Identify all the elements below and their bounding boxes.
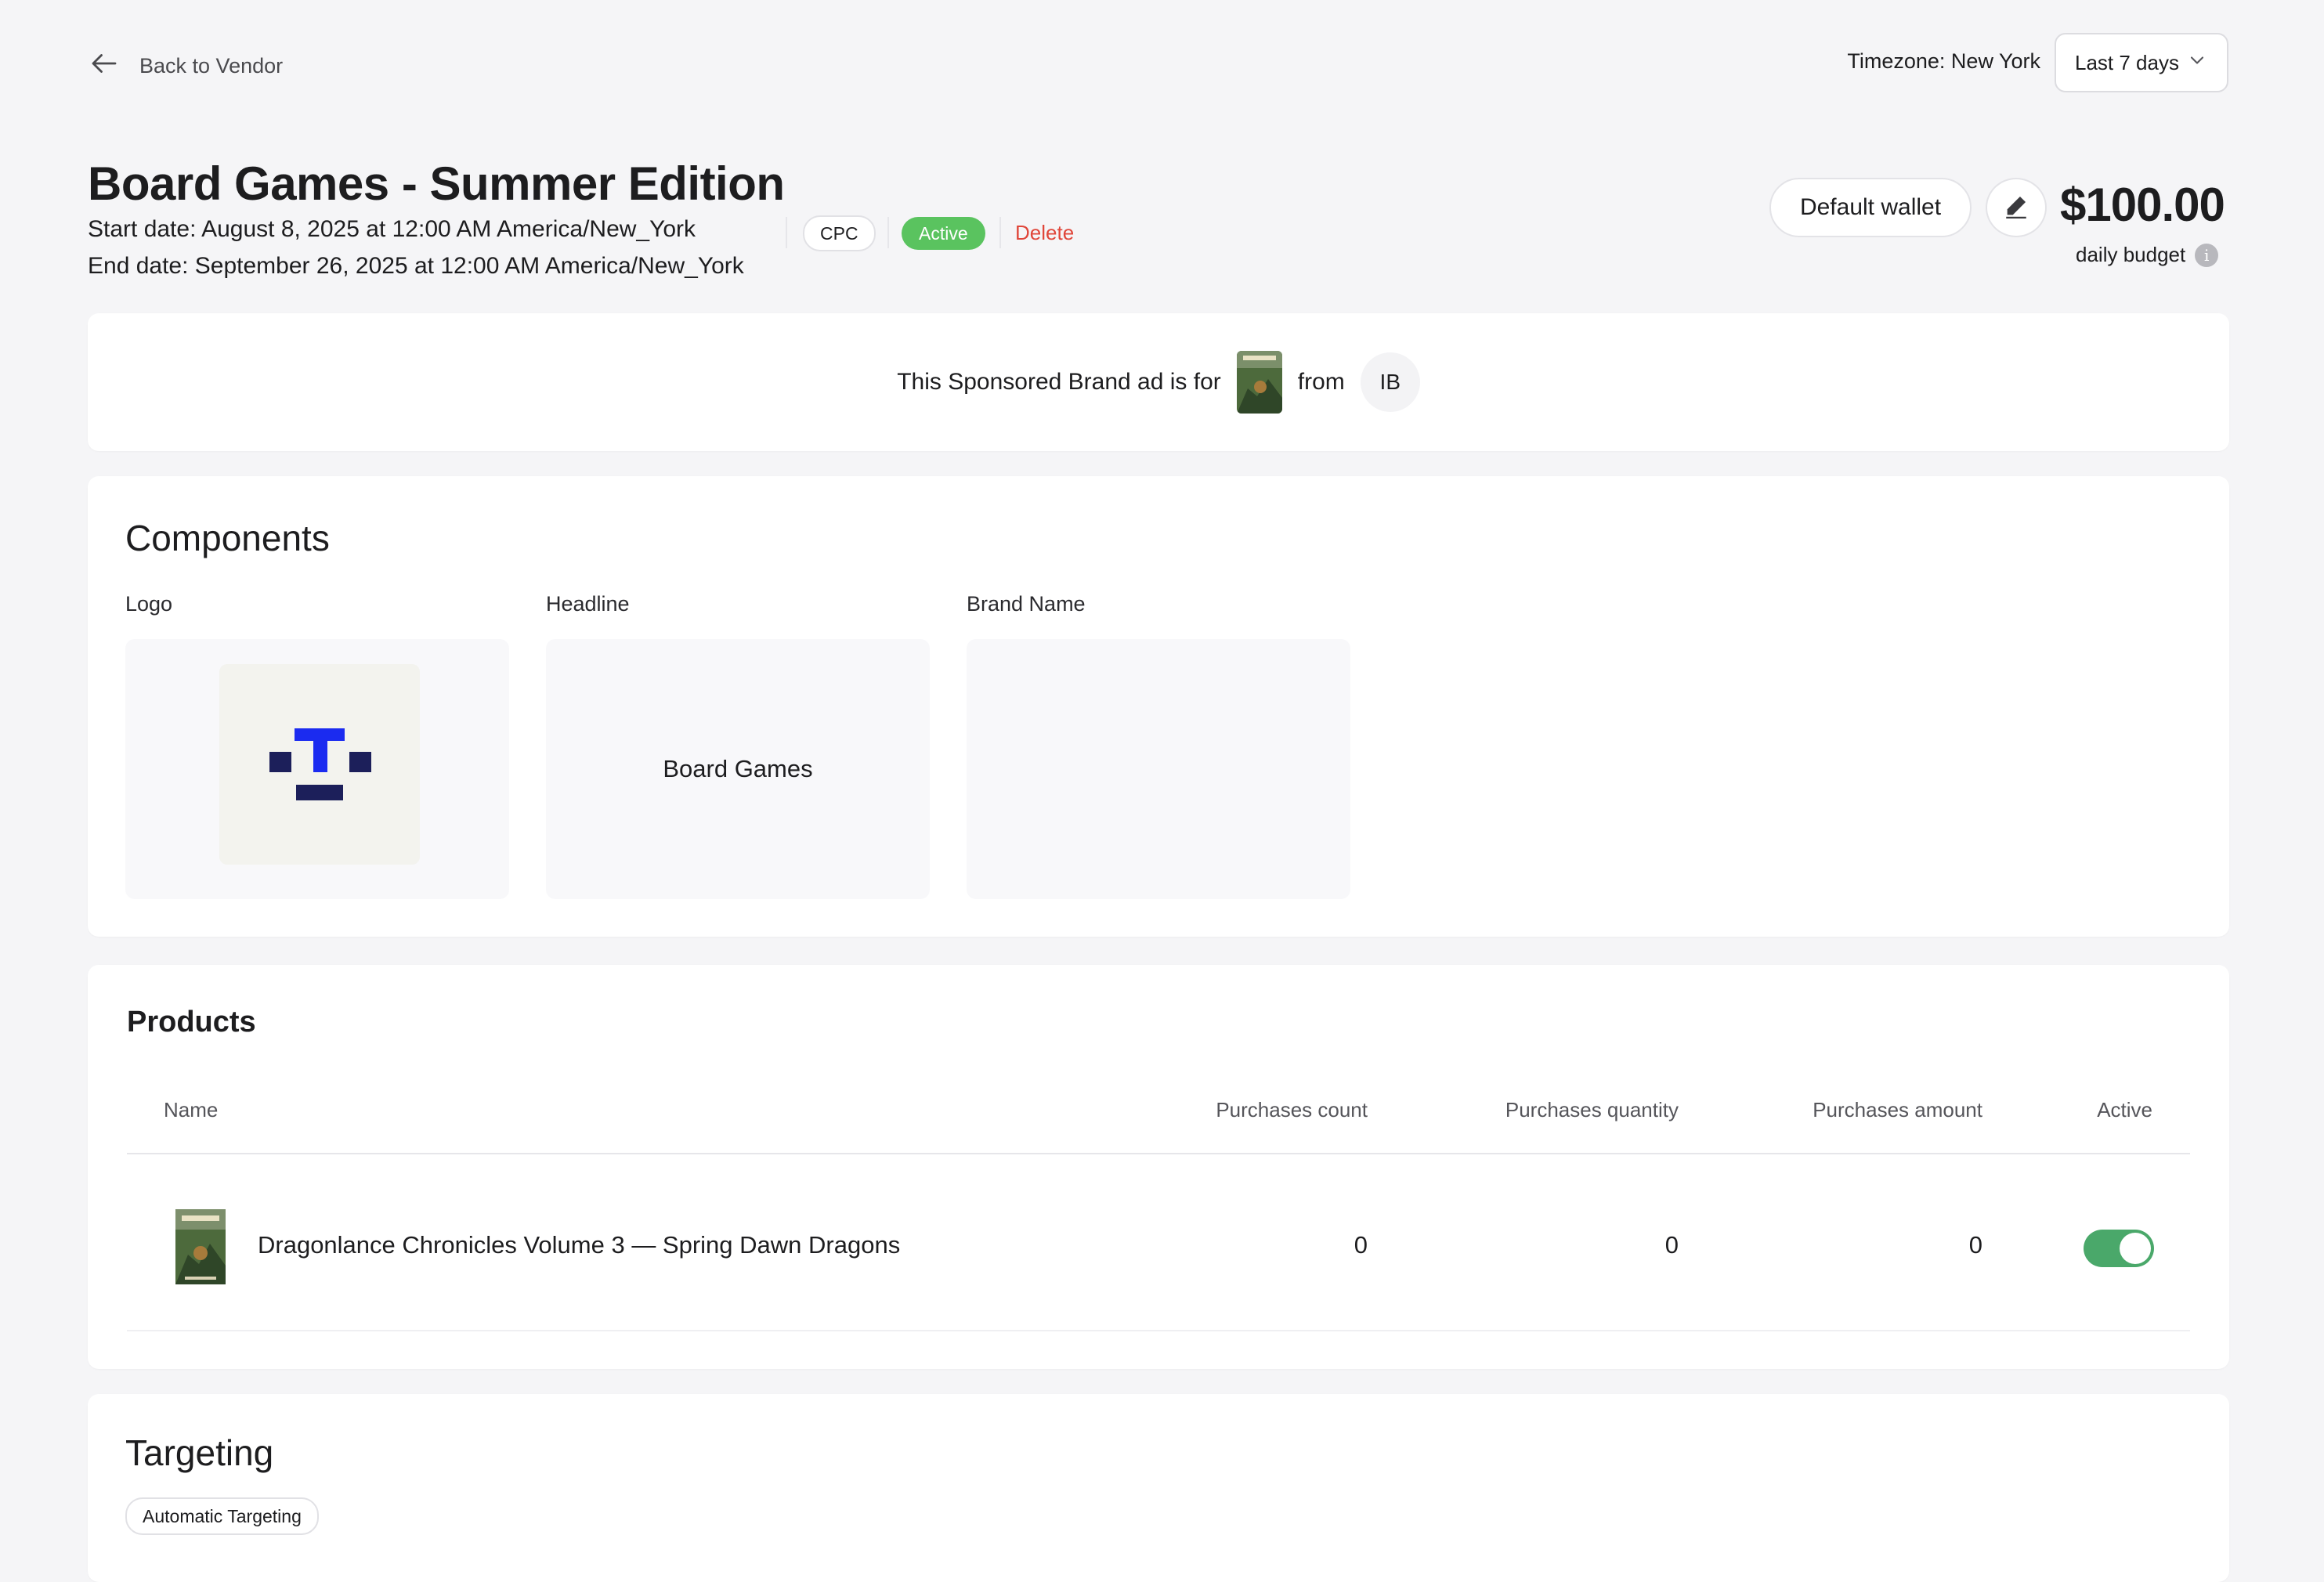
products-card: Products Name Purchases count Purchases … [88,965,2229,1369]
headline-label: Headline [546,592,630,616]
delete-button[interactable]: Delete [1015,221,1074,245]
edit-budget-button[interactable] [1986,178,2047,237]
sponsored-banner-from: from [1297,369,1345,395]
date-range-select[interactable]: Last 7 days [2055,33,2228,92]
targeting-title: Targeting [125,1432,274,1473]
purchases-amount-cell: 0 [1968,1231,1982,1259]
info-icon[interactable]: i [2195,243,2219,267]
daily-budget-amount: $100.00 [2060,179,2225,231]
end-date: End date: September 26, 2025 at 12:00 AM… [88,253,744,279]
back-to-vendor-link[interactable]: Back to Vendor [88,47,283,85]
headline-preview: Board Games [546,639,930,899]
targeting-type-chip: Automatic Targeting [125,1497,319,1535]
brand-name-label: Brand Name [967,592,1086,616]
brand-name-preview [967,639,1350,899]
divider [999,217,1001,248]
back-link-label: Back to Vendor [139,54,284,78]
column-header-active[interactable]: Active [2097,1098,2152,1122]
timezone-label: Timezone: New York [1847,49,2040,73]
purchases-count-cell: 0 [1354,1231,1368,1259]
sponsored-banner-card: This Sponsored Brand ad is for from IB [88,313,2229,451]
divider [887,217,889,248]
table-header-divider [127,1153,2190,1154]
logo-label: Logo [125,592,173,616]
chevron-down-icon [2186,49,2208,77]
pencil-icon [2003,193,2029,223]
product-name[interactable]: Dragonlance Chronicles Volume 3 — Spring… [258,1231,900,1259]
page-title: Board Games - Summer Edition [88,157,785,210]
daily-budget-caption: daily budget i [2076,243,2219,267]
column-header-name[interactable]: Name [164,1098,218,1122]
purchases-quantity-cell: 0 [1664,1231,1679,1259]
brand-logo [219,664,420,865]
divider [786,217,787,248]
components-card: Components Logo Headline Brand Name Boar… [88,476,2229,937]
wallet-button[interactable]: Default wallet [1769,178,1972,237]
date-range-value: Last 7 days [2075,50,2179,74]
arrow-left-icon [88,47,121,85]
logo-preview [125,639,509,899]
start-date: Start date: August 8, 2025 at 12:00 AM A… [88,216,696,242]
products-title: Products [127,1006,256,1038]
column-header-purchases-amount[interactable]: Purchases amount [1813,1098,1982,1122]
daily-budget-label: daily budget [2076,243,2186,266]
sponsored-banner-text: This Sponsored Brand ad is for [897,369,1221,395]
status-badge: Active [902,217,985,250]
table-row-divider [127,1330,2190,1331]
headline-value: Board Games [663,755,813,782]
product-active-toggle[interactable] [2084,1230,2154,1267]
column-header-purchases-quantity[interactable]: Purchases quantity [1505,1098,1679,1122]
column-header-purchases-count[interactable]: Purchases count [1216,1098,1368,1122]
product-thumbnail [1236,351,1282,414]
toggle-knob [2120,1233,2151,1264]
components-title: Components [125,518,330,558]
vendor-avatar: IB [1360,352,1420,412]
targeting-card: Targeting Automatic Targeting [88,1394,2229,1582]
billing-type-badge: CPC [803,215,876,251]
product-thumbnail [175,1209,226,1284]
